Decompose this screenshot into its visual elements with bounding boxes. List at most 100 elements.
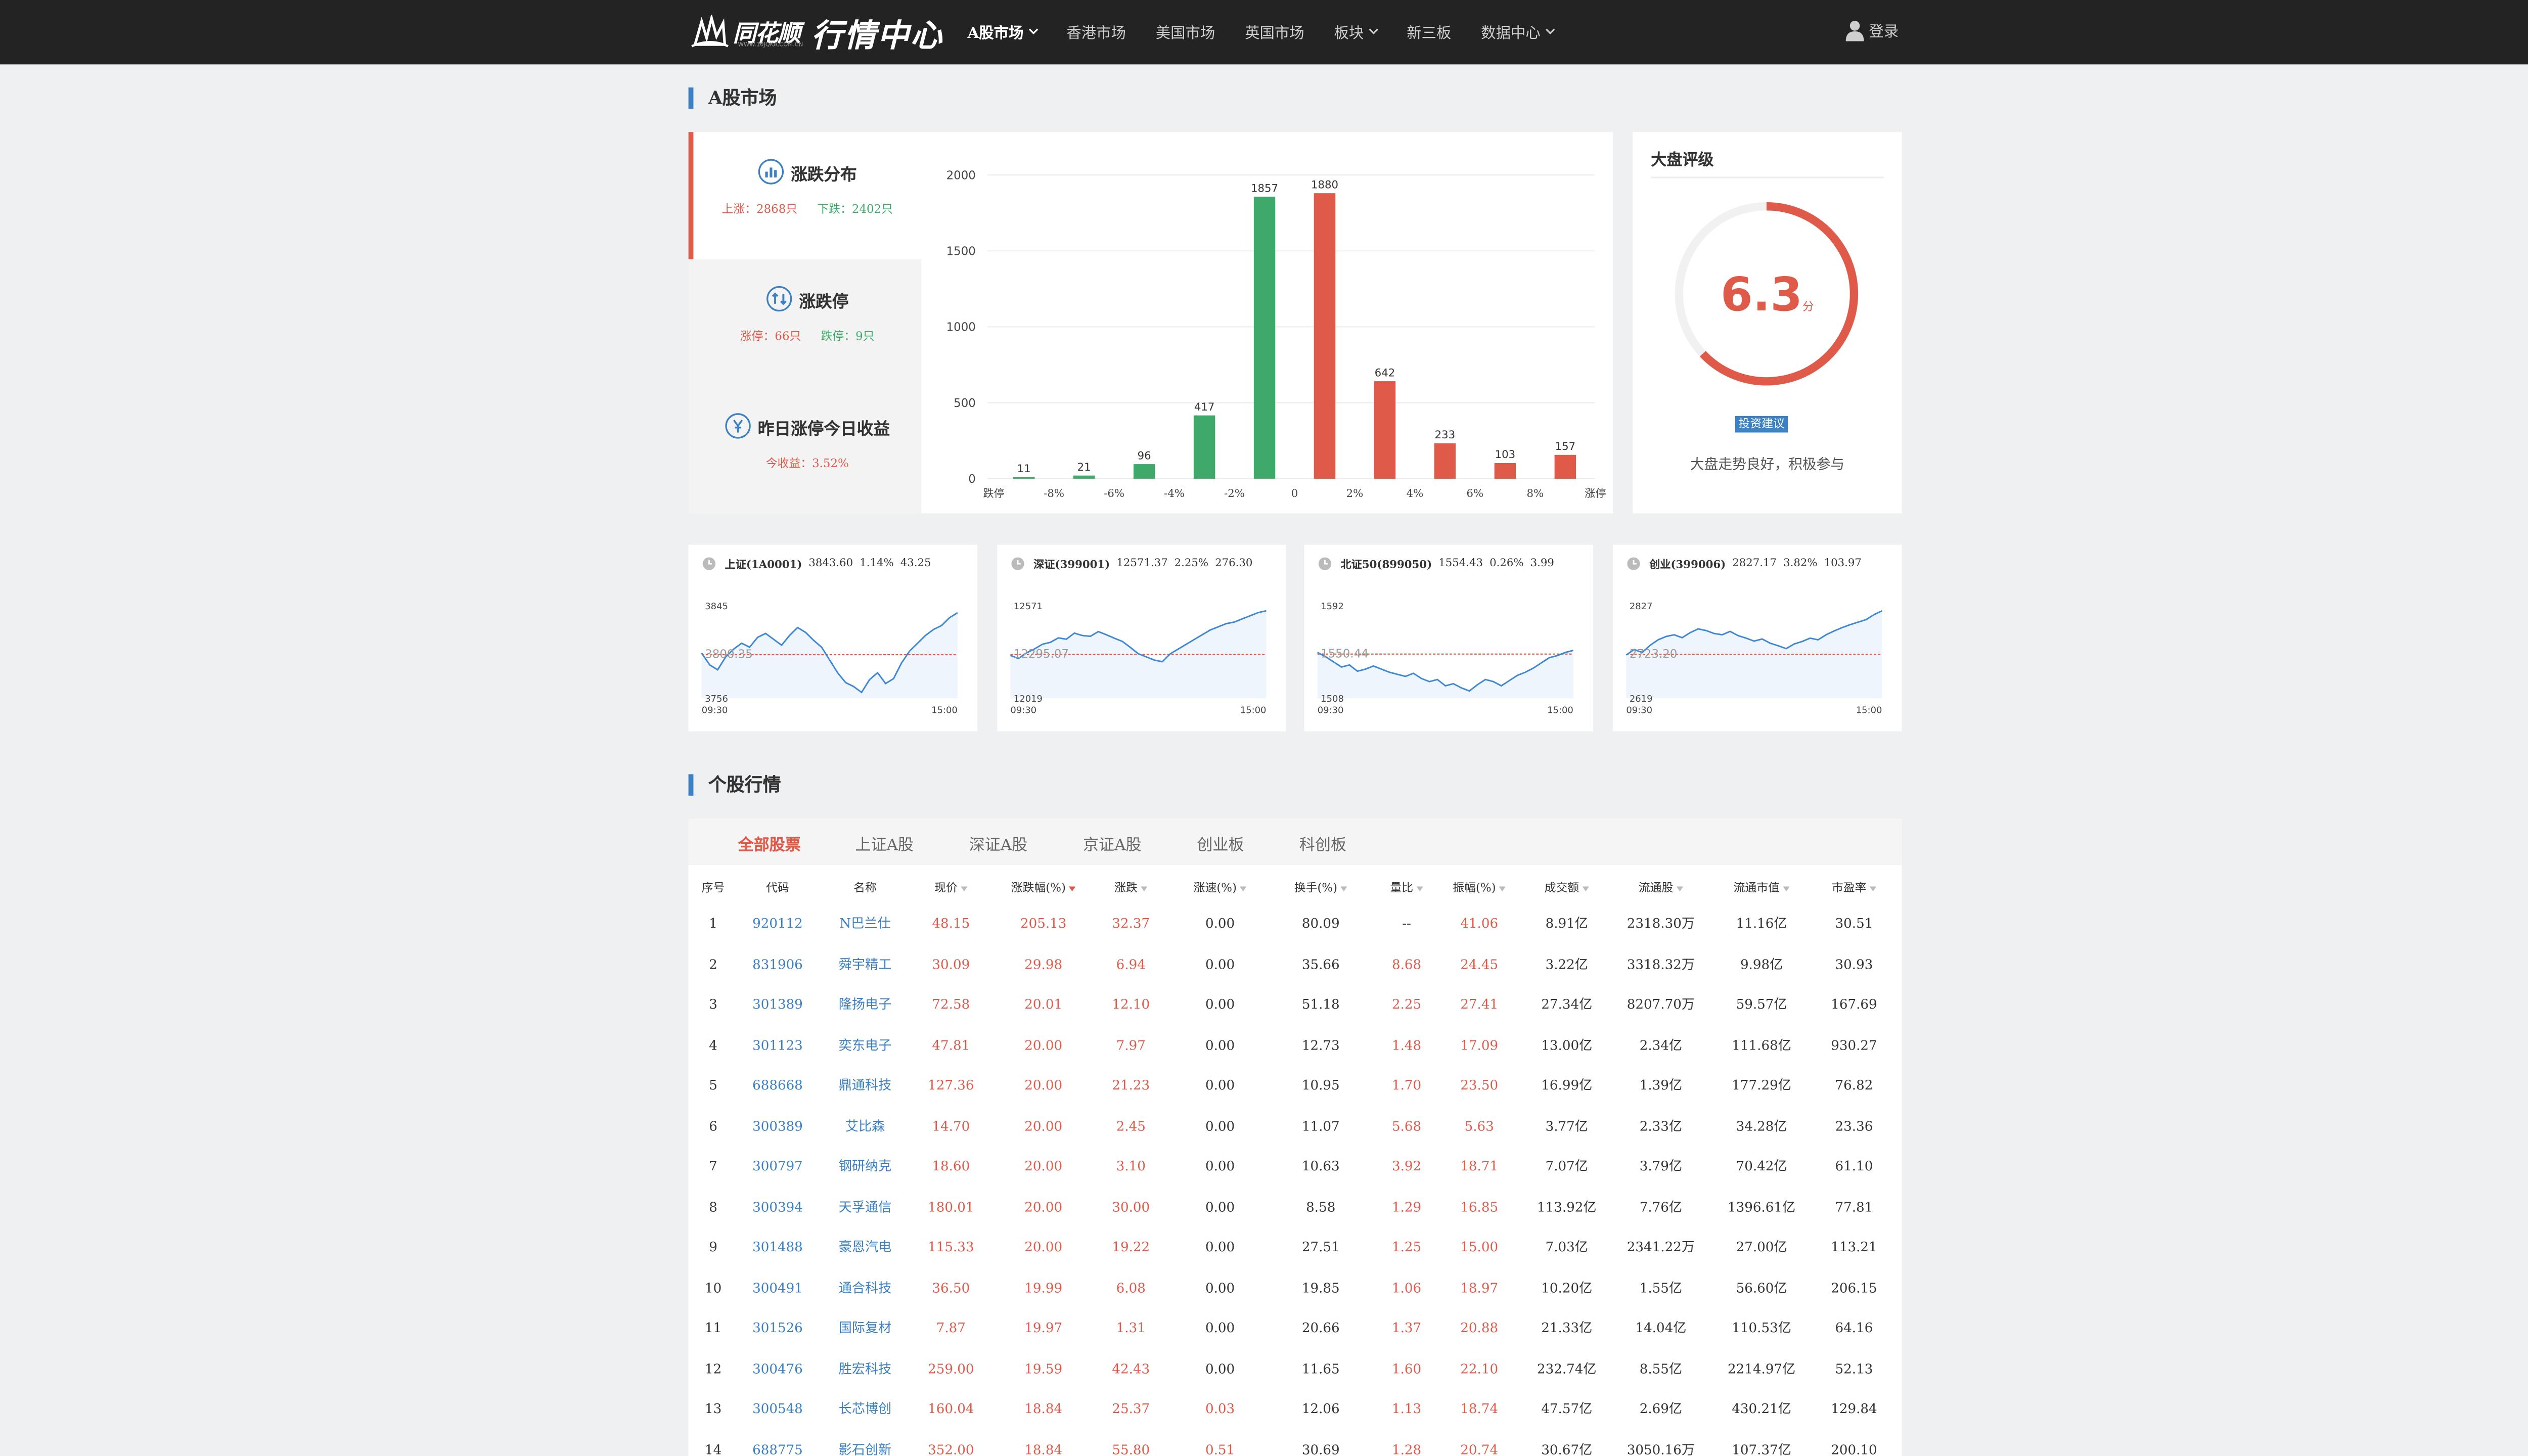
index-low-label: 1508: [1321, 694, 1344, 704]
stock-code-link[interactable]: 301488: [752, 1228, 803, 1268]
stock-code-link[interactable]: 300394: [752, 1188, 803, 1228]
login-button[interactable]: 登录: [1845, 20, 1899, 41]
board-tab-4[interactable]: 创业板: [1197, 832, 1244, 855]
bar[interactable]: [1314, 193, 1336, 479]
stock-name-link[interactable]: 隆扬电子: [839, 985, 891, 1026]
stock-code-link[interactable]: 301123: [752, 1026, 803, 1066]
stock-name-link[interactable]: 长芯博创: [839, 1390, 891, 1430]
stock-code-link[interactable]: 300491: [752, 1268, 803, 1309]
bar[interactable]: [1133, 464, 1155, 479]
stock-name-link[interactable]: 通合科技: [839, 1268, 891, 1309]
table-cell: 47.81: [932, 1037, 970, 1053]
board-tab-3[interactable]: 京证A股: [1083, 832, 1142, 855]
index-mini-chart[interactable]: 3845 3800.35 3756 09:30 15:00 上证(1A0001) 3843.…: [688, 544, 978, 732]
column-header[interactable]: 振幅(%): [1453, 880, 1506, 896]
stock-code-link[interactable]: 300476: [752, 1349, 803, 1390]
sort-icon: [961, 885, 968, 891]
table-cell: 1.29: [1391, 1199, 1422, 1214]
column-header[interactable]: 涨速(%): [1194, 880, 1247, 896]
table-row[interactable]: 11 301526 国际复材 7.87 19.97 1.31 0.00 20.66 1.37 20…: [689, 1309, 1902, 1349]
board-tab-1[interactable]: 上证A股: [855, 832, 914, 855]
stock-name-link[interactable]: N巴兰仕: [839, 904, 890, 945]
side-tab-label: 涨跌分布: [791, 166, 857, 185]
stock-code-link[interactable]: 301526: [752, 1309, 803, 1349]
side-tab-label: 涨跌停: [799, 293, 849, 311]
table-cell: 206.15: [1831, 1280, 1877, 1295]
column-header[interactable]: 市盈率: [1832, 880, 1877, 896]
stock-name-link[interactable]: 舜宇精工: [839, 945, 891, 985]
table-row[interactable]: 1 920112 N巴兰仕 48.15 205.13 32.37 0.00 80.09 -- 41…: [689, 904, 1902, 945]
board-tab-0[interactable]: 全部股票: [738, 832, 801, 855]
logo[interactable]: 同花顺 行情中心 WWW.10JQKA.COM.CN: [689, 10, 944, 56]
stock-name-link[interactable]: 影石创新: [839, 1430, 891, 1456]
table-row[interactable]: 9 301488 豪恩汽电 115.33 20.00 19.22 0.00 27.51 1.25…: [689, 1228, 1902, 1268]
board-tab-5[interactable]: 科创板: [1299, 832, 1346, 855]
table-row[interactable]: 3 301389 隆扬电子 72.58 20.01 12.10 0.00 51.18 2.25 2…: [689, 985, 1902, 1026]
column-header[interactable]: 换手(%): [1294, 880, 1347, 896]
table-row[interactable]: 6 300389 艾比森 14.70 20.00 2.45 0.00 11.07 5.68 5.6…: [689, 1107, 1902, 1147]
table-row[interactable]: 5 688668 鼎通科技 127.36 20.00 21.23 0.00 10.95 1.70…: [689, 1066, 1902, 1107]
side-tab-title: 涨跌停: [693, 259, 921, 312]
table-row[interactable]: 10 300491 通合科技 36.50 19.99 6.08 0.00 19.85 1.06 1…: [689, 1268, 1902, 1309]
bar[interactable]: [1434, 443, 1456, 479]
stock-code-link[interactable]: 300389: [752, 1107, 803, 1147]
table-row[interactable]: 14 688775 影石创新 352.00 18.84 55.80 0.51 30.69 1.2…: [689, 1430, 1902, 1456]
nav-item-4[interactable]: 板块: [1334, 21, 1379, 43]
board-tab-2[interactable]: 深证A股: [969, 832, 1028, 855]
stock-code-link[interactable]: 920112: [752, 904, 803, 945]
logo-mark-icon: [691, 15, 729, 48]
stock-code-link[interactable]: 688668: [752, 1066, 803, 1107]
nav-item-1[interactable]: 香港市场: [1066, 21, 1126, 43]
stock-name-link[interactable]: 豪恩汽电: [839, 1228, 891, 1268]
stock-code-link[interactable]: 688775: [752, 1430, 803, 1456]
side-tab-0[interactable]: 涨跌分布 上涨：2868只 下跌：2402只: [688, 132, 922, 259]
column-header[interactable]: 成交额: [1545, 880, 1589, 896]
nav-item-0[interactable]: A股市场: [967, 21, 1039, 43]
stock-name-link[interactable]: 钢研纳克: [839, 1147, 891, 1188]
table-row[interactable]: 8 300394 天孚通信 180.01 20.00 30.00 0.00 8.58 1.29 1…: [689, 1188, 1902, 1228]
stock-name-link[interactable]: 胜宏科技: [839, 1349, 891, 1390]
nav-item-5[interactable]: 新三板: [1407, 21, 1451, 43]
stock-code-link[interactable]: 300548: [752, 1390, 803, 1430]
column-header[interactable]: 涨跌: [1114, 880, 1148, 896]
stock-code-link[interactable]: 300797: [752, 1147, 803, 1188]
stock-name-link[interactable]: 鼎通科技: [839, 1066, 891, 1107]
side-tab-stats: 涨停：66只 跌停：9只: [693, 329, 921, 345]
stock-name-link[interactable]: 国际复材: [839, 1309, 891, 1349]
column-header[interactable]: 量比: [1390, 880, 1423, 896]
nav-item-6[interactable]: 数据中心: [1481, 21, 1555, 43]
column-header[interactable]: 现价: [934, 880, 968, 896]
nav-item-label: 数据中心: [1481, 26, 1541, 43]
stock-name-link[interactable]: 奕东电子: [839, 1026, 891, 1066]
user-icon: [1845, 21, 1864, 41]
bar[interactable]: [1253, 197, 1276, 479]
table-row[interactable]: 4 301123 奕东电子 47.81 20.00 7.97 0.00 12.73 1.48 17…: [689, 1026, 1902, 1066]
index-price: 3843.60: [808, 556, 853, 570]
index-mini-chart[interactable]: 1592 1550.44 1508 09:30 15:00 北证50(899050) 155…: [1304, 544, 1594, 732]
stock-code-link[interactable]: 301389: [752, 985, 803, 1026]
side-tab-2[interactable]: 昨日涨停今日收益 今收益：3.52%: [689, 386, 921, 513]
stock-name-link[interactable]: 天孚通信: [839, 1188, 891, 1228]
column-header[interactable]: 流通市值: [1734, 880, 1790, 896]
stock-code-link[interactable]: 831906: [752, 945, 803, 985]
table-cell: 32.37: [1112, 916, 1150, 931]
bar[interactable]: [1193, 415, 1215, 479]
bar[interactable]: [1073, 475, 1095, 479]
column-header[interactable]: 涨跌幅(%): [1011, 880, 1076, 896]
nav-item-3[interactable]: 英国市场: [1245, 21, 1304, 43]
bar[interactable]: [1554, 454, 1576, 479]
bar[interactable]: [1374, 381, 1396, 479]
bar[interactable]: [1013, 477, 1035, 479]
side-tab-1[interactable]: 涨跌停涨停：66只 跌停：9只: [689, 259, 921, 386]
stock-name-link[interactable]: 艾比森: [845, 1107, 885, 1147]
nav-item-2[interactable]: 美国市场: [1156, 21, 1215, 43]
table-row[interactable]: 13 300548 长芯博创 160.04 18.84 25.37 0.03 12.06 1.1…: [689, 1390, 1902, 1430]
index-mini-chart[interactable]: 12571 12295.07 12019 09:30 15:00 深证(399001) 12…: [997, 544, 1286, 732]
column-header[interactable]: 流通股: [1639, 880, 1683, 896]
bar[interactable]: [1494, 463, 1516, 479]
side-tab-title: 涨跌分布: [693, 132, 921, 185]
table-row[interactable]: 7 300797 钢研纳克 18.60 20.00 3.10 0.00 10.63 3.92 18…: [689, 1147, 1902, 1188]
table-row[interactable]: 12 300476 胜宏科技 259.00 19.59 42.43 0.00 11.65 1.6…: [689, 1349, 1902, 1390]
table-row[interactable]: 2 831906 舜宇精工 30.09 29.98 6.94 0.00 35.66 8.68 24…: [689, 945, 1902, 985]
index-mini-chart[interactable]: 2827 2723.20 2619 09:30 15:00 创业(399006) 2827.…: [1613, 544, 1902, 732]
